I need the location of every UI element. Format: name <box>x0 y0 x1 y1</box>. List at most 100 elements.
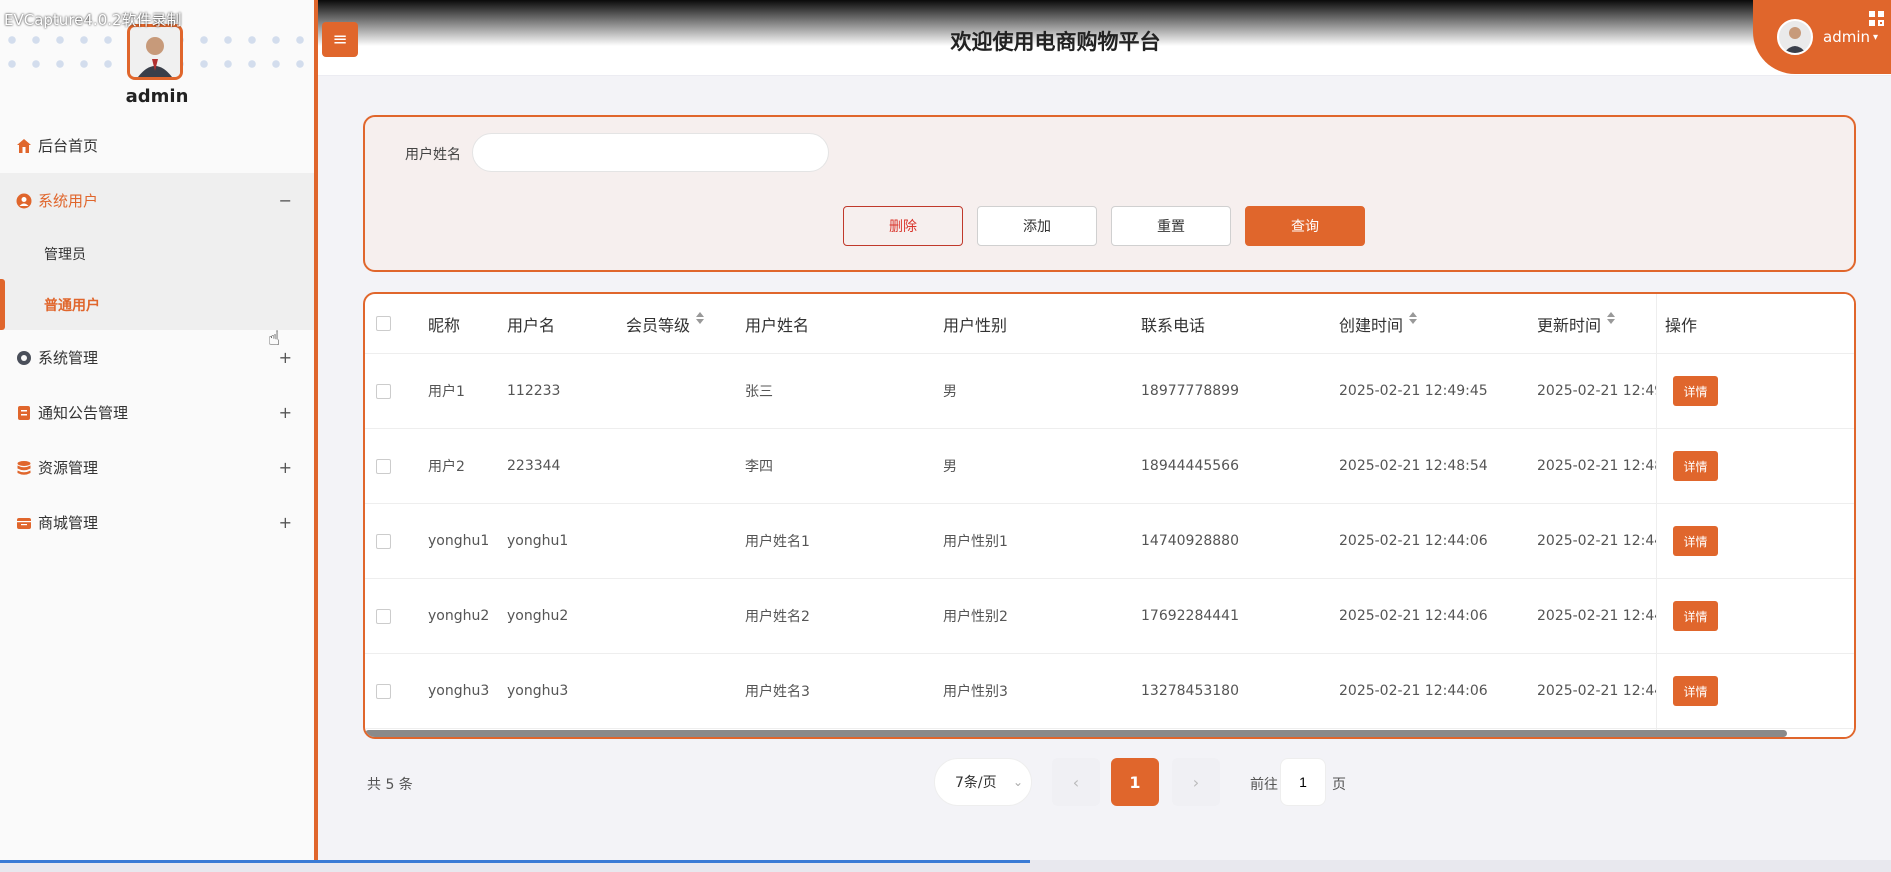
detail-button[interactable]: 详情 <box>1673 451 1718 481</box>
sidebar-item-resources[interactable]: 资源管理 + <box>0 440 314 495</box>
row-checkbox[interactable] <box>376 383 391 399</box>
expand-icon[interactable]: + <box>279 458 292 477</box>
cell-gender: 用户性别3 <box>943 684 1008 700</box>
search-panel: 用户姓名 删除 添加 重置 查询 <box>363 115 1856 272</box>
reset-button[interactable]: 重置 <box>1111 206 1231 246</box>
sidebar-subitem-admins[interactable]: 管理员 <box>0 228 314 279</box>
detail-button[interactable]: 详情 <box>1673 376 1718 406</box>
sidebar-subitem-regular-users[interactable]: 普通用户 <box>0 279 314 330</box>
expand-icon[interactable]: + <box>279 348 292 367</box>
sidebar-item-system-management[interactable]: 系统管理 + <box>0 330 314 385</box>
goto-page-input[interactable] <box>1280 758 1326 806</box>
cell-nickname: yonghu3 <box>428 683 490 699</box>
column-header-sortable[interactable]: 创建时间 <box>1339 294 1418 353</box>
cell-realname: 李四 <box>745 459 773 475</box>
cell-phone: 17692284441 <box>1141 608 1239 624</box>
expand-icon[interactable]: + <box>279 403 292 422</box>
sidebar-item-home[interactable]: 后台首页 <box>0 118 314 173</box>
sidebar-item-label: 后台首页 <box>38 137 99 155</box>
search-input[interactable] <box>472 133 829 172</box>
cell-gender: 男 <box>943 459 957 475</box>
horizontal-scrollbar[interactable] <box>365 730 1787 737</box>
cell-updated: 2025-02-21 12:44 <box>1537 608 1656 624</box>
sort-icon[interactable] <box>1607 312 1616 324</box>
column-header-sortable[interactable]: 更新时间 <box>1537 294 1616 353</box>
avatar <box>127 24 183 80</box>
delete-button[interactable]: 删除 <box>843 206 963 246</box>
bottom-status-bar <box>0 860 1891 872</box>
cell-created: 2025-02-21 12:48:54 <box>1339 458 1488 474</box>
sidebar-subitem-label: 普通用户 <box>44 297 100 314</box>
collapse-icon[interactable]: − <box>279 191 292 210</box>
column-header-sortable[interactable]: 会员等级 <box>626 294 705 353</box>
add-button[interactable]: 添加 <box>977 206 1097 246</box>
user-name: admin <box>1823 28 1870 46</box>
sidebar-item-mall[interactable]: 商城管理 + <box>0 495 314 550</box>
sort-icon[interactable] <box>696 312 705 324</box>
sort-icon[interactable] <box>1409 312 1418 324</box>
cell-realname: 张三 <box>745 384 773 400</box>
table-row: yonghu3 yonghu3 用户姓名3 用户性别3 13278453180 … <box>365 654 1854 729</box>
cell-username: 223344 <box>507 458 561 474</box>
table-row: yonghu1 yonghu1 用户姓名1 用户性别1 14740928880 … <box>365 504 1854 579</box>
column-header[interactable]: 用户姓名 <box>745 294 809 353</box>
home-icon <box>17 138 31 153</box>
cell-updated: 2025-02-21 12:44 <box>1537 683 1656 699</box>
fullscreen-icon[interactable] <box>1869 11 1885 27</box>
detail-button[interactable]: 详情 <box>1673 601 1718 631</box>
cell-created: 2025-02-21 12:44:06 <box>1339 608 1488 624</box>
users-table: 昵称 用户名 会员等级 用户姓名 用户性别 联系电话 创建时间 更新时间 操作 … <box>363 292 1856 739</box>
total-count: 共 5 条 <box>367 777 413 793</box>
column-header: 操作 <box>1665 315 1698 335</box>
sidebar-item-notices[interactable]: 通知公告管理 + <box>0 385 314 440</box>
page-button-current[interactable]: 1 <box>1111 758 1159 806</box>
next-page-button[interactable]: › <box>1172 758 1220 806</box>
row-checkbox[interactable] <box>376 683 391 699</box>
page-size-value: 7条/页 <box>955 775 997 791</box>
user-circle-icon <box>16 193 32 208</box>
column-header[interactable]: 用户名 <box>507 294 555 353</box>
table-row: 用户2 223344 李四 男 18944445566 2025-02-21 1… <box>365 429 1854 504</box>
sidebar-item-label: 系统管理 <box>38 349 99 367</box>
expand-icon[interactable]: + <box>279 513 292 532</box>
row-checkbox[interactable] <box>376 458 391 474</box>
sidebar-item-label: 资源管理 <box>38 459 99 477</box>
cell-realname: 用户姓名1 <box>745 534 810 550</box>
cell-nickname: 用户1 <box>428 384 465 400</box>
detail-button[interactable]: 详情 <box>1673 676 1718 706</box>
column-header[interactable]: 用户性别 <box>943 294 1007 353</box>
cell-created: 2025-02-21 12:49:45 <box>1339 383 1488 399</box>
detail-button[interactable]: 详情 <box>1673 526 1718 556</box>
mouse-pointer-icon: ☝ <box>268 326 281 350</box>
sidebar-subitem-label: 管理员 <box>44 246 86 263</box>
cell-created: 2025-02-21 12:44:06 <box>1339 683 1488 699</box>
cell-phone: 14740928880 <box>1141 533 1239 549</box>
cell-gender: 用户性别1 <box>943 534 1008 550</box>
cell-username: yonghu2 <box>507 608 569 624</box>
gear-icon <box>17 350 31 365</box>
admin-name: admin <box>125 86 189 107</box>
notice-icon <box>18 405 30 420</box>
page-suffix-label: 页 <box>1332 777 1346 793</box>
row-checkbox[interactable] <box>376 533 391 549</box>
page-size-select[interactable]: 7条/页 ⌄ <box>934 758 1032 806</box>
row-checkbox[interactable] <box>376 608 391 624</box>
sidebar-item-label: 商城管理 <box>38 514 99 532</box>
cell-nickname: yonghu1 <box>428 533 490 549</box>
cell-updated: 2025-02-21 12:49 <box>1537 383 1656 399</box>
column-header[interactable]: 联系电话 <box>1141 294 1205 353</box>
cell-phone: 18977778899 <box>1141 383 1239 399</box>
search-label: 用户姓名 <box>405 147 461 163</box>
prev-page-button[interactable]: ‹ <box>1052 758 1100 806</box>
table-row: 用户1 112233 张三 男 18977778899 2025-02-21 1… <box>365 354 1854 429</box>
select-all-checkbox[interactable] <box>376 316 391 331</box>
cell-updated: 2025-02-21 12:48 <box>1537 458 1656 474</box>
column-header[interactable]: 昵称 <box>428 294 460 353</box>
cell-updated: 2025-02-21 12:44 <box>1537 533 1656 549</box>
query-button[interactable]: 查询 <box>1245 206 1365 246</box>
cell-gender: 用户性别2 <box>943 609 1008 625</box>
table-row: yonghu2 yonghu2 用户姓名2 用户性别2 17692284441 … <box>365 579 1854 654</box>
chevron-down-icon: ▾ <box>1873 31 1879 43</box>
cell-nickname: 用户2 <box>428 459 465 475</box>
sidebar-item-system-users[interactable]: 系统用户 − <box>0 173 314 228</box>
